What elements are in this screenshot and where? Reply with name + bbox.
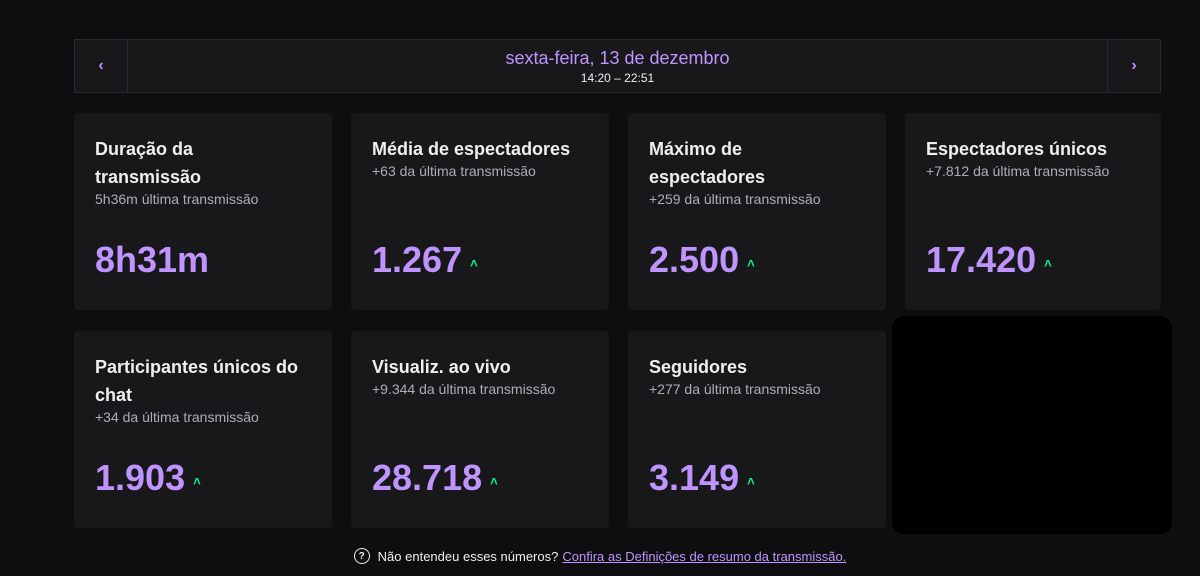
stat-title: Média de espectadores xyxy=(372,139,571,159)
definitions-link[interactable]: Confira as Definições de resumo da trans… xyxy=(562,549,846,564)
stat-card-live-views: Visualiz. ao vivo +9.344 da última trans… xyxy=(351,331,609,528)
increase-arrow-icon: ˄ xyxy=(747,473,755,489)
stat-value: 17.420 ˄ xyxy=(926,239,1052,281)
stat-value: 2.500 ˄ xyxy=(649,239,755,281)
question-circle-icon: ? xyxy=(353,548,370,564)
stat-value: 3.149 ˄ xyxy=(649,457,755,499)
stat-title: Espectadores únicos xyxy=(926,139,1108,159)
stat-value-number: 17.420 xyxy=(926,239,1037,280)
increase-arrow-icon: ˄ xyxy=(193,473,201,489)
increase-arrow-icon: ˄ xyxy=(490,473,498,489)
date-navigator: ‹ sexta-feira, 13 de dezembro 14:20 – 22… xyxy=(74,39,1161,93)
stat-card-unique-viewers: Espectadores únicos +7.812 da última tra… xyxy=(905,113,1161,310)
stat-comparison: 5h36m última transmissão xyxy=(95,191,259,207)
stat-value: 28.718 ˄ xyxy=(372,457,498,499)
increase-arrow-icon: ˄ xyxy=(470,255,478,271)
stat-value: 8h31m xyxy=(95,239,209,281)
stat-comparison: +34 da última transmissão xyxy=(95,409,259,425)
stat-card-stream-duration: Duração da transmissão 5h36m última tran… xyxy=(74,113,332,310)
stat-value-number: 28.718 xyxy=(372,457,483,498)
previous-stream-button[interactable]: ‹ xyxy=(75,40,128,92)
stat-comparison: +277 da última transmissão xyxy=(649,381,821,397)
stat-card-average-viewers: Média de espectadores +63 da última tran… xyxy=(351,113,609,310)
help-footer: ? Não entendeu esses números? Confira as… xyxy=(0,548,1200,564)
next-stream-button[interactable]: › xyxy=(1107,40,1160,92)
stream-date: sexta-feira, 13 de dezembro xyxy=(505,48,730,68)
stat-comparison: +9.344 da última transmissão xyxy=(372,381,556,397)
stat-comparison: +259 da última transmissão xyxy=(649,191,821,207)
help-text: Não entendeu esses números? xyxy=(377,548,559,564)
stat-value-number: 1.267 xyxy=(372,239,463,280)
stream-time-range: 14:20 – 22:51 xyxy=(580,71,655,85)
stat-value: 1.267 ˄ xyxy=(372,239,478,281)
stat-card-max-viewers: Máximo de espectadores +259 da última tr… xyxy=(628,113,886,310)
increase-arrow-icon: ˄ xyxy=(747,255,755,271)
stat-title: Máximo de espectadores xyxy=(649,139,766,187)
stat-value-number: 2.500 xyxy=(649,239,740,280)
stat-card-followers: Seguidores +277 da última transmissão 3.… xyxy=(628,331,886,528)
stat-title: Duração da transmissão xyxy=(95,139,202,187)
stream-summary-page: ‹ sexta-feira, 13 de dezembro 14:20 – 22… xyxy=(0,0,1200,576)
stat-title: Seguidores xyxy=(649,357,748,377)
stat-title: Participantes únicos do chat xyxy=(95,357,299,405)
stat-title: Visualiz. ao vivo xyxy=(372,357,511,377)
stat-value: 1.903 ˄ xyxy=(95,457,201,499)
chevron-left-icon: ‹ xyxy=(98,57,104,74)
stat-value-number: 1.903 xyxy=(95,457,186,498)
stat-value-number: 3.149 xyxy=(649,457,740,498)
stat-comparison: +7.812 da última transmissão xyxy=(926,163,1110,179)
stat-comparison: +63 da última transmissão xyxy=(372,163,536,179)
chevron-right-icon: › xyxy=(1131,57,1137,74)
stream-date-info: sexta-feira, 13 de dezembro 14:20 – 22:5… xyxy=(128,40,1107,92)
stat-value-number: 8h31m xyxy=(95,239,210,280)
redacted-card xyxy=(892,316,1172,534)
stat-card-unique-chatters: Participantes únicos do chat +34 da últi… xyxy=(74,331,332,528)
increase-arrow-icon: ˄ xyxy=(1044,255,1052,271)
